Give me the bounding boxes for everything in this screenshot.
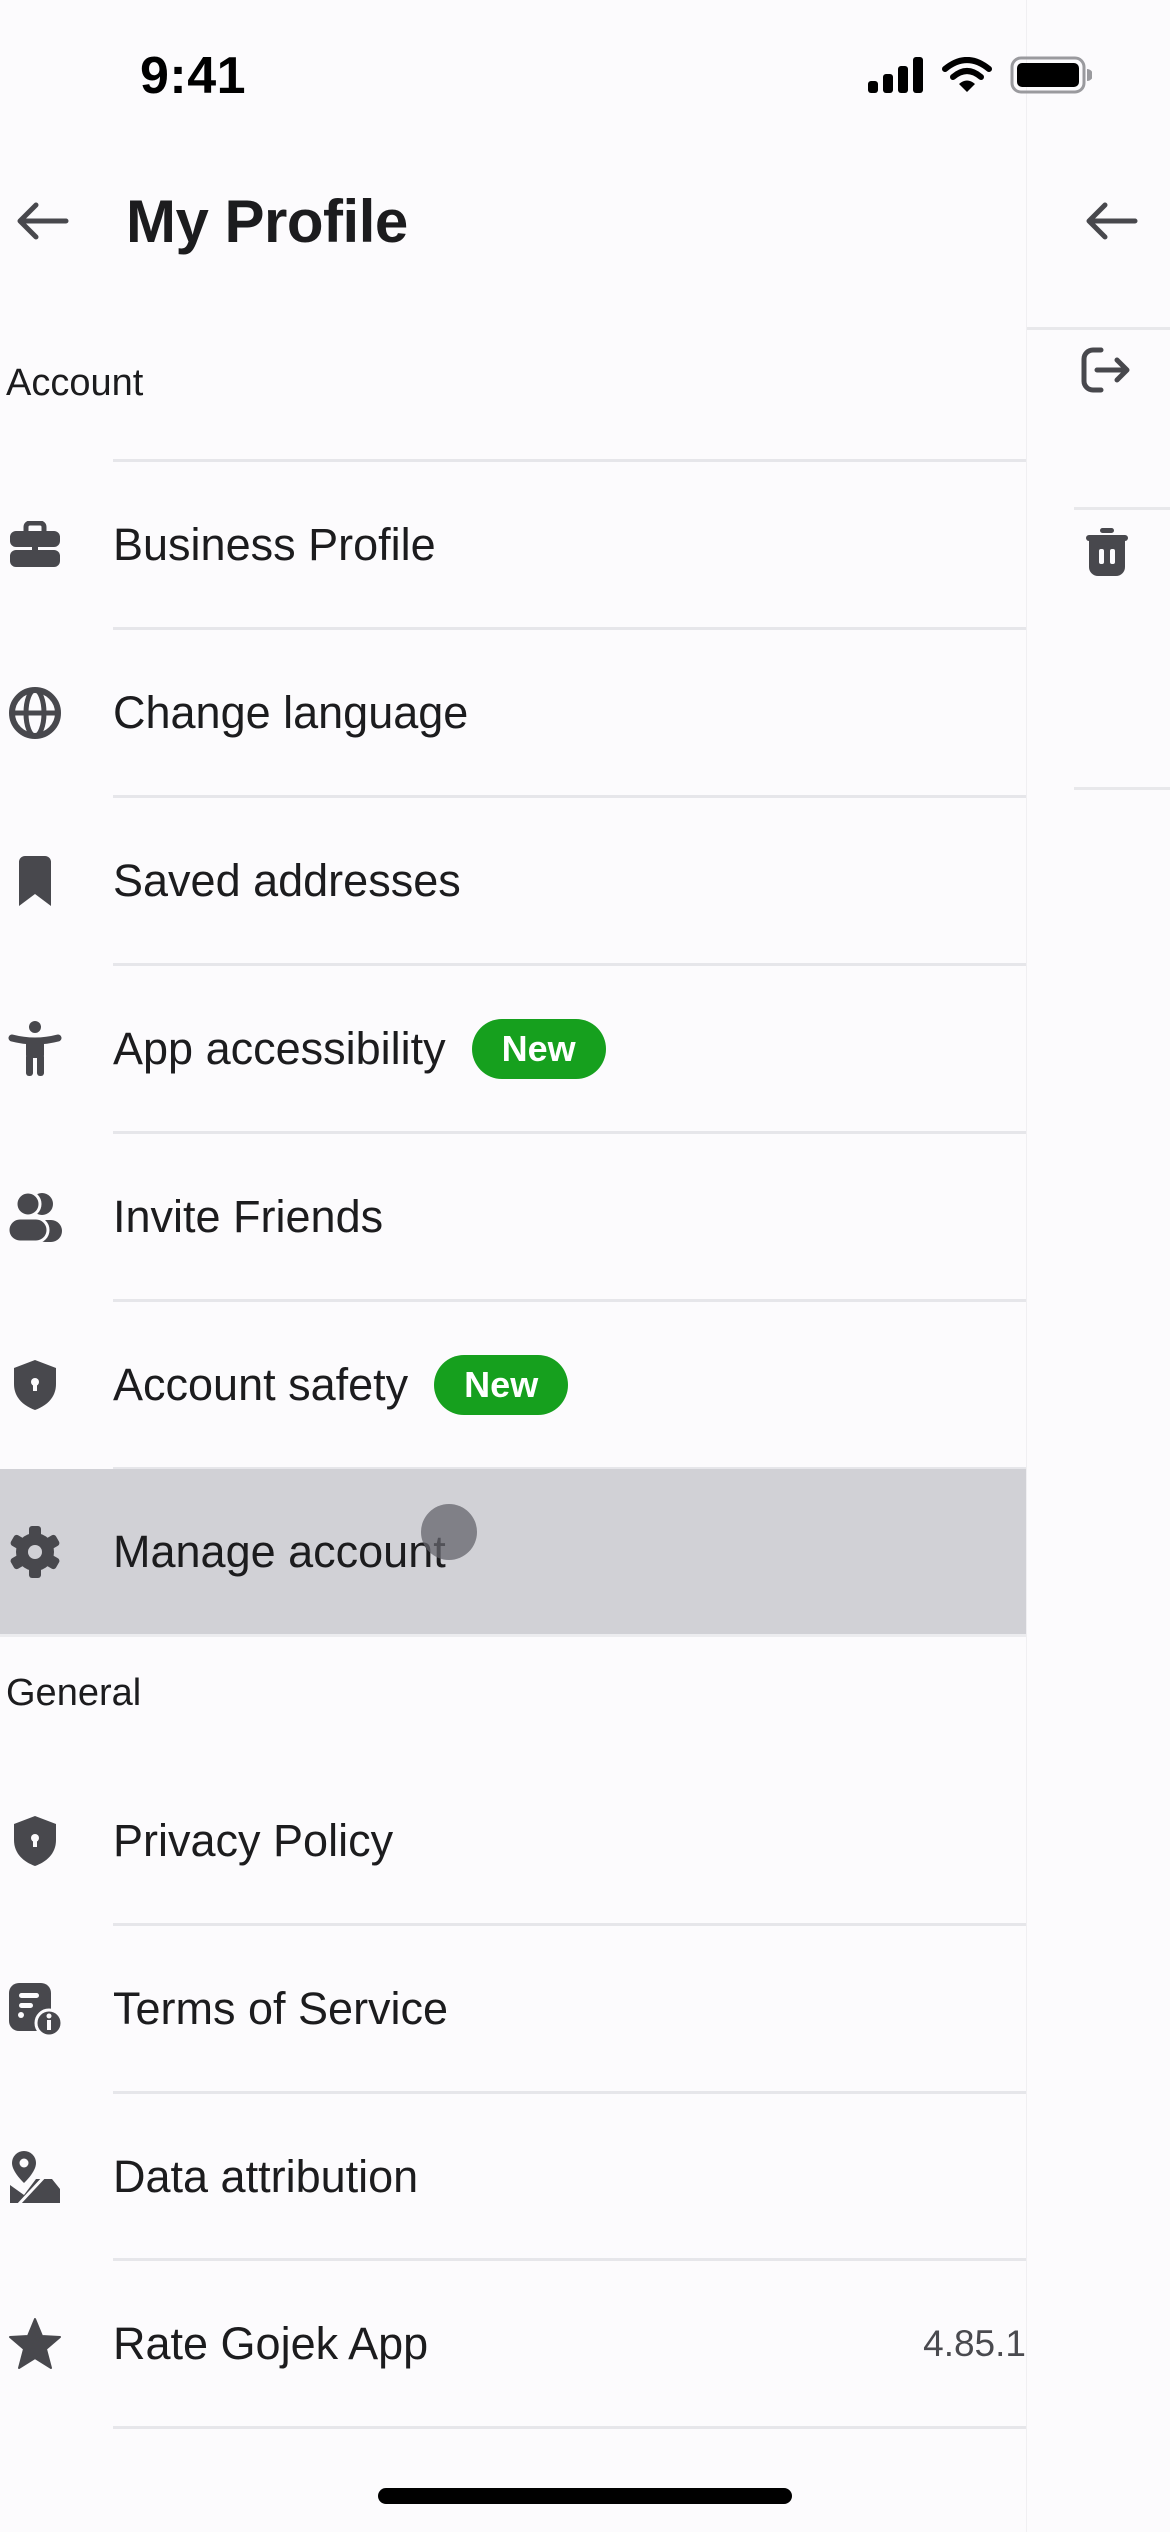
battery-icon <box>1010 56 1092 94</box>
app-version: 4.85.1 <box>923 2323 1026 2364</box>
header: My Profile <box>0 170 1026 272</box>
arrow-left-icon <box>1086 202 1138 240</box>
status-time: 9:41 <box>140 47 247 105</box>
wifi-icon <box>942 57 992 92</box>
logout-icon <box>1081 347 1130 393</box>
list-item-label: App accessibility New <box>113 1019 606 1079</box>
list-item-label: Account safety New <box>113 1355 569 1415</box>
map-pin-icon <box>4 2146 66 2208</box>
list-item-label: Manage account <box>113 1526 446 1577</box>
list-item-label: Rate Gojek App <box>113 2318 429 2369</box>
list-item-business-profile[interactable]: Business Profile <box>0 461 1026 629</box>
page-title: My Profile <box>126 187 408 255</box>
list-item-rate-gojek-app[interactable]: Rate Gojek App 4.85.1 <box>0 2260 1026 2428</box>
gear-icon <box>4 1521 66 1583</box>
people-icon <box>4 1186 66 1248</box>
section-title-general: General <box>6 1672 142 1714</box>
divider <box>1074 507 1170 510</box>
briefcase-icon <box>4 514 66 576</box>
section-title-account: Account <box>6 362 144 404</box>
star-icon <box>4 2313 66 2375</box>
back-button[interactable] <box>12 191 72 251</box>
accessibility-icon <box>4 1018 66 1080</box>
divider <box>1074 787 1170 790</box>
document-info-icon <box>4 1978 66 2040</box>
list-item-saved-addresses[interactable]: Saved addresses <box>0 797 1026 965</box>
list-item-label: Change language <box>113 687 469 738</box>
new-badge: New <box>434 1355 569 1415</box>
divider <box>1027 327 1170 330</box>
list-item-account-safety[interactable]: Account safety New <box>0 1301 1026 1469</box>
trash-icon <box>1086 528 1128 576</box>
list-item-label: Saved addresses <box>113 855 461 906</box>
status-icons <box>868 56 1092 94</box>
list-item-label: Privacy Policy <box>113 1815 394 1866</box>
bookmark-icon <box>4 850 66 912</box>
list-item-app-accessibility[interactable]: App accessibility New <box>0 965 1026 1133</box>
shield-lock-icon <box>4 1810 66 1872</box>
divider <box>0 1634 1026 1637</box>
shield-lock-icon <box>4 1354 66 1416</box>
new-badge: New <box>471 1019 606 1079</box>
list-item-label: Invite Friends <box>113 1191 384 1242</box>
list-item-privacy-policy[interactable]: Privacy Policy <box>0 1757 1026 1925</box>
globe-icon <box>4 682 66 744</box>
list-item-label: Terms of Service <box>113 1983 449 2034</box>
list-item-data-attribution[interactable]: Data attribution <box>0 2093 1026 2261</box>
divider <box>113 2426 1026 2429</box>
list-item-label: Data attribution <box>113 2151 419 2202</box>
list-item-text: App accessibility <box>113 1023 446 1074</box>
list-item-label: Business Profile <box>113 519 436 570</box>
list-item-text: Account safety <box>113 1359 409 1410</box>
list-item-invite-friends[interactable]: Invite Friends <box>0 1133 1026 1301</box>
my-profile-screen: 9:41 My Profile Account Business Profile <box>0 0 1026 2532</box>
list-item-change-language[interactable]: Change language <box>0 629 1026 797</box>
secondary-screen <box>1026 0 1170 2532</box>
arrow-left-icon <box>17 202 69 240</box>
cellular-signal-icon <box>868 57 923 93</box>
delete-button[interactable] <box>1075 520 1139 584</box>
home-indicator[interactable] <box>378 2488 792 2504</box>
touch-indicator <box>421 1504 477 1560</box>
secondary-back-button[interactable] <box>1079 189 1143 253</box>
logout-button[interactable] <box>1075 338 1139 402</box>
list-item-terms-of-service[interactable]: Terms of Service <box>0 1925 1026 2093</box>
list-item-manage-account[interactable]: Manage account <box>0 1469 1026 1635</box>
